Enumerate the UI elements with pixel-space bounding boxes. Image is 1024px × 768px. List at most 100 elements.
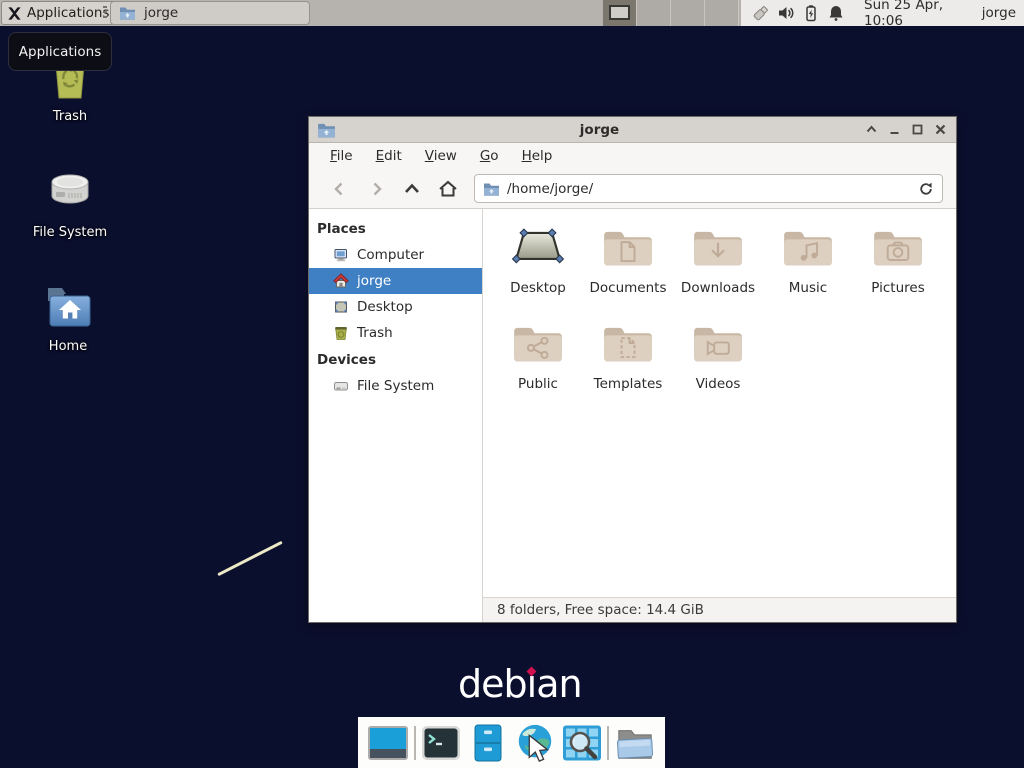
- sidebar-item-desktop[interactable]: Desktop: [309, 294, 482, 320]
- folder-icon: [317, 122, 336, 138]
- workspace-window-thumb: [609, 5, 630, 20]
- sidebar-item-file-system[interactable]: File System: [309, 373, 482, 399]
- file-item-label: Pictures: [871, 280, 924, 296]
- menu-help[interactable]: Help: [515, 145, 560, 167]
- forward-button[interactable]: [358, 174, 394, 204]
- minimize-button[interactable]: [886, 122, 902, 138]
- up-button[interactable]: [394, 174, 430, 204]
- menubar: File Edit View Go Help: [309, 143, 956, 169]
- removable-media-icon[interactable]: [751, 3, 770, 23]
- drive-icon: [333, 378, 349, 394]
- file-item-desktop[interactable]: Desktop: [493, 225, 583, 321]
- workspace-1[interactable]: [603, 0, 637, 26]
- toolbar: [309, 169, 956, 209]
- titlebar[interactable]: jorge: [309, 117, 956, 143]
- file-item-public[interactable]: Public: [493, 321, 583, 417]
- file-item-downloads[interactable]: Downloads: [673, 225, 763, 321]
- statusbar-text: 8 folders, Free space: 14.4 GiB: [497, 602, 704, 618]
- documents-folder-icon: [602, 225, 654, 273]
- app-finder-icon[interactable]: [561, 722, 603, 764]
- sidebar: Places Computer jorge Desktop: [309, 209, 483, 622]
- applications-tooltip: Applications: [8, 32, 112, 71]
- applications-menu-button[interactable]: Applications: [1, 1, 118, 25]
- close-button[interactable]: [932, 122, 948, 138]
- dock: [358, 717, 665, 768]
- workspace-3[interactable]: [671, 0, 705, 26]
- file-item-pictures[interactable]: Pictures: [853, 225, 943, 321]
- trash-icon: [333, 325, 349, 341]
- file-item-label: Public: [518, 376, 558, 392]
- terminal-icon[interactable]: [420, 722, 462, 764]
- music-folder-icon: [782, 225, 834, 273]
- panel-grip-handle[interactable]: [103, 6, 107, 20]
- home-icon: [333, 273, 349, 289]
- home-button[interactable]: [430, 174, 466, 204]
- menu-go[interactable]: Go: [473, 145, 506, 167]
- desktop-icon-file-system[interactable]: File System: [15, 164, 125, 240]
- maximize-button[interactable]: [909, 122, 925, 138]
- file-item-documents[interactable]: Documents: [583, 225, 673, 321]
- file-cabinet-icon[interactable]: [467, 722, 509, 764]
- sidebar-item-trash[interactable]: Trash: [309, 320, 482, 346]
- back-button[interactable]: [322, 174, 358, 204]
- taskbar-window-button[interactable]: jorge: [110, 1, 310, 25]
- system-tray: Sun 25 Apr, 10:06 jorge: [741, 0, 1024, 26]
- desktop-icon-home[interactable]: Home: [13, 284, 123, 354]
- file-item-music[interactable]: Music: [763, 225, 853, 321]
- file-item-videos[interactable]: Videos: [673, 321, 763, 417]
- workspace-4[interactable]: [705, 0, 739, 26]
- notifications-icon[interactable]: [827, 3, 845, 23]
- menu-view[interactable]: View: [418, 145, 464, 167]
- taskbar-window-label: jorge: [144, 5, 178, 21]
- reload-icon[interactable]: [918, 181, 934, 197]
- top-panel: Applications jorge Sun 25 Apr, 10:06 jor…: [0, 0, 1024, 26]
- file-manager-icon[interactable]: [614, 722, 656, 764]
- file-item-label: Music: [789, 280, 827, 296]
- file-item-templates[interactable]: Templates: [583, 321, 673, 417]
- applications-tooltip-text: Applications: [19, 44, 101, 60]
- volume-icon[interactable]: [777, 3, 795, 23]
- show-desktop-icon[interactable]: [367, 722, 409, 764]
- sidebar-item-label: File System: [357, 378, 434, 394]
- wallpaper-line-artifact: [217, 541, 283, 576]
- file-item-label: Videos: [696, 376, 741, 392]
- window-controls: [863, 122, 948, 138]
- workspace-pager: [603, 0, 739, 26]
- battery-icon[interactable]: [802, 3, 820, 23]
- window-title: jorge: [336, 122, 863, 138]
- sidebar-item-label: Desktop: [357, 299, 413, 315]
- file-manager-window: jorge File Edit View Go Help: [308, 116, 957, 623]
- pictures-folder-icon: [872, 225, 924, 273]
- sidebar-item-jorge[interactable]: jorge: [309, 268, 482, 294]
- menu-edit[interactable]: Edit: [369, 145, 409, 167]
- computer-icon: [333, 247, 349, 263]
- filesystem-drive-icon: [44, 164, 96, 220]
- file-item-label: Desktop: [510, 280, 566, 296]
- path-input[interactable]: [500, 181, 918, 197]
- home-folder-icon: [42, 284, 94, 334]
- sidebar-item-computer[interactable]: Computer: [309, 242, 482, 268]
- wordmark-part: deb: [458, 662, 527, 706]
- file-item-label: Downloads: [681, 280, 755, 296]
- desktop-folder-icon: [512, 225, 564, 273]
- debian-desktop: { "panel": { "applications_button": { "l…: [0, 0, 1024, 768]
- dock-separator: [607, 726, 609, 760]
- menu-file[interactable]: File: [323, 145, 360, 167]
- workspace-2[interactable]: [637, 0, 671, 26]
- file-item-label: Documents: [590, 280, 667, 296]
- panel-clock[interactable]: Sun 25 Apr, 10:06: [864, 0, 966, 29]
- web-browser-icon[interactable]: [514, 722, 556, 764]
- wordmark-part: an: [536, 662, 581, 706]
- desktop-icon-label: Home: [13, 339, 123, 354]
- applications-menu-label: Applications: [27, 5, 109, 21]
- desktop-icon: [333, 299, 349, 315]
- shade-button[interactable]: [863, 122, 879, 138]
- sidebar-item-label: jorge: [357, 273, 391, 289]
- panel-user-menu[interactable]: jorge: [982, 5, 1016, 21]
- sidebar-item-label: Trash: [357, 325, 393, 341]
- desktop-icon-label: Trash: [15, 109, 125, 124]
- folder-icon: [119, 6, 136, 20]
- downloads-folder-icon: [692, 225, 744, 273]
- file-grid: Desktop Documents: [483, 209, 956, 597]
- templates-folder-icon: [602, 321, 654, 369]
